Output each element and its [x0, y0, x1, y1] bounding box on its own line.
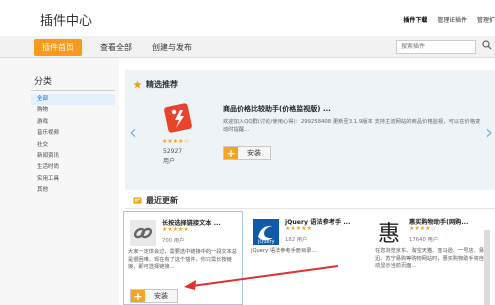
tab-create-publish[interactable]: 创建与发布 [144, 39, 200, 56]
card-install-button[interactable]: + 安装 [130, 289, 178, 303]
featured-section: 精选推荐 ‹ › ★★★★☆ 52927 用户 商品价格比较助手(价格监视版) … [125, 70, 495, 190]
category-item-games[interactable]: 游戏 [31, 117, 115, 128]
scrollbar[interactable] [484, 230, 490, 305]
install-label: 安装 [154, 292, 168, 300]
featured-install-button[interactable]: + 安装 [223, 146, 271, 160]
jquery-logo-icon: jQuery [253, 219, 279, 245]
featured-heading-text: 精选推荐 [146, 80, 178, 89]
top-bar: 插件中心 插件下载 管理IE插件 管理扩 [0, 0, 495, 36]
svg-text:惠: 惠 [378, 222, 400, 245]
latest-heading-text: 最近更新 [146, 196, 178, 205]
featured-rating: ★★★★☆ [162, 138, 189, 145]
star-icon [133, 80, 142, 89]
manage-ie-plugins-link[interactable]: 管理IE插件 [437, 15, 467, 24]
latest-divider [125, 208, 495, 209]
install-label: 安装 [247, 149, 261, 157]
featured-plugin-description: 欢迎加入QQ群(讨论/使用心得)：299258408 更新至3.1.9版本 支持… [223, 119, 481, 133]
category-item-shopping[interactable]: 购物 [31, 105, 115, 116]
annotation-arrow [184, 265, 339, 290]
plus-icon: + [224, 147, 238, 160]
category-item-news[interactable]: 新闻资讯 [31, 151, 115, 162]
card-users: 700 用户 [162, 238, 185, 244]
huimai-logo-icon: 惠 [377, 219, 403, 245]
card-rating: ★★★★☆ [409, 225, 436, 232]
card-rating: ★★★★★ [285, 225, 312, 232]
carousel-prev-arrow[interactable]: ‹ [129, 120, 137, 144]
category-item-social[interactable]: 社交 [31, 140, 115, 151]
card-description: 在您浏览京东、淘宝天猫、亚马逊、一号店、易迅、苏宁易购等购物网站时，惠买购物助手… [375, 248, 484, 269]
featured-users-label: 用户 [163, 158, 176, 165]
top-links: 插件下载 管理IE插件 管理扩 [403, 15, 495, 24]
tab-plugin-home[interactable]: 插件首页 [34, 39, 82, 56]
card-description: jQuery 语法参考手册目录... [251, 248, 317, 254]
category-item-all[interactable]: 全部 [31, 94, 115, 106]
plus-icon: + [131, 290, 145, 303]
price-tag-icon [164, 103, 192, 133]
carousel-next-arrow[interactable]: › [485, 120, 493, 144]
card-users: 182 用户 [285, 237, 308, 243]
category-item-lifestyle[interactable]: 生活时尚 [31, 162, 115, 173]
plugin-download-link[interactable]: 插件下载 [403, 15, 427, 24]
manage-extensions-link[interactable]: 管理扩 [477, 15, 495, 24]
featured-plugin-name[interactable]: 商品价格比较助手(价格监视版) ... [223, 104, 331, 114]
latest-heading: 最近更新 [133, 195, 178, 206]
sidebar-divider [31, 90, 115, 91]
plugin-card[interactable]: 惠 惠买购物助手(网购... ★★★★☆ 17640 用户 在您浏览京东、淘宝天… [371, 211, 491, 305]
category-item-music-video[interactable]: 音乐视频 [31, 128, 115, 139]
category-sidebar: 分类 全部 购物 游戏 音乐视频 社交 新闻资讯 生活时尚 实用工具 其他 [31, 58, 115, 305]
category-item-tools[interactable]: 实用工具 [31, 174, 115, 185]
sidebar-title: 分类 [34, 77, 53, 87]
search-field[interactable] [396, 40, 476, 54]
category-item-other[interactable]: 其他 [31, 185, 115, 196]
svg-text:jQuery: jQuery [257, 239, 275, 245]
card-rating: ★★★★★ [162, 226, 189, 233]
nav-bar: 插件首页 查看全部 创建与发布 [0, 36, 495, 58]
link-icon [130, 220, 156, 246]
tab-view-all[interactable]: 查看全部 [92, 39, 140, 56]
card-users: 17640 用户 [409, 237, 439, 243]
clock-icon [133, 197, 142, 204]
featured-users-count: 52927 [163, 148, 183, 155]
featured-heading: 精选推荐 [133, 79, 178, 90]
search-input[interactable] [401, 43, 471, 50]
search-icon[interactable] [482, 40, 492, 50]
app-title: 插件中心 [40, 14, 93, 29]
category-list: 全部 购物 游戏 音乐视频 社交 新闻资讯 生活时尚 实用工具 其他 [31, 94, 115, 197]
